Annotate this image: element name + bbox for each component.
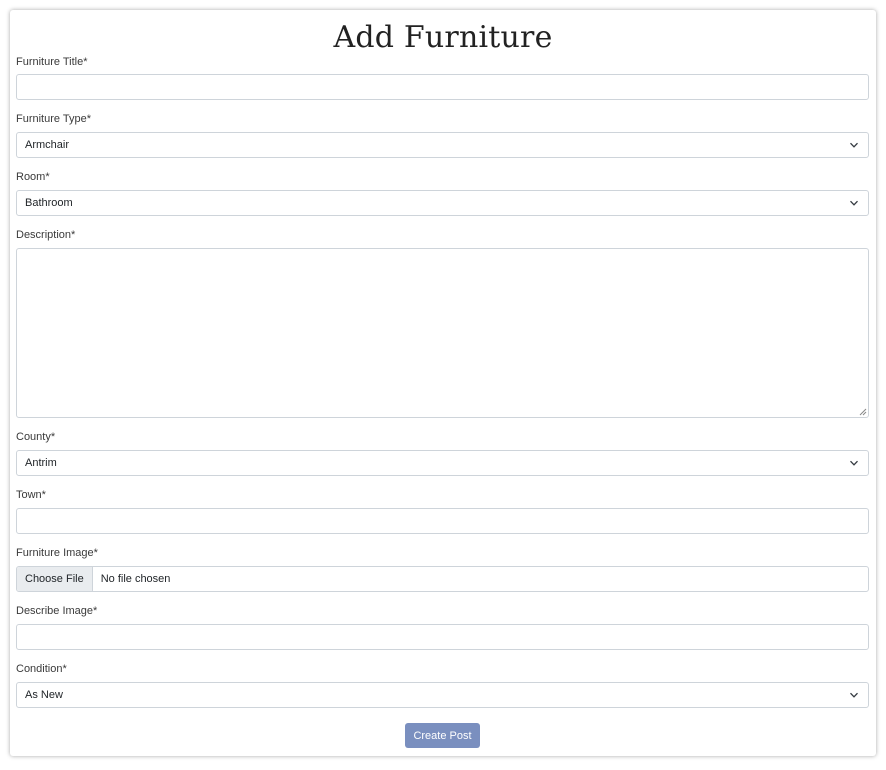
furniture-title-input[interactable] (16, 74, 869, 100)
resize-grip-icon[interactable] (859, 408, 867, 416)
room-select[interactable]: Bathroom (16, 190, 869, 216)
furniture-image-input[interactable]: Choose File No file chosen (16, 566, 869, 592)
chevron-down-icon (850, 200, 858, 206)
file-status-text: No file chosen (100, 573, 171, 585)
furniture-type-value: Armchair (25, 139, 70, 151)
furniture-type-select[interactable]: Armchair (16, 132, 869, 158)
town-label: Town* (16, 489, 46, 501)
county-value: Antrim (25, 457, 57, 469)
furniture-image-label: Furniture Image* (16, 547, 98, 559)
county-select[interactable]: Antrim (16, 450, 869, 476)
create-post-button[interactable]: Create Post (405, 723, 480, 748)
chevron-down-icon (850, 460, 858, 466)
page-title: Add Furniture (333, 20, 553, 55)
county-label: County* (16, 431, 56, 443)
room-value: Bathroom (25, 197, 73, 209)
choose-file-button[interactable]: Choose File (17, 567, 93, 591)
description-textarea[interactable] (16, 248, 869, 418)
describe-image-label: Describe Image* (16, 605, 98, 617)
room-label: Room* (16, 171, 50, 183)
furniture-type-label: Furniture Type* (16, 113, 92, 125)
furniture-title-label: Furniture Title* (16, 56, 88, 68)
town-input[interactable] (16, 508, 869, 534)
condition-value: As New (25, 689, 63, 701)
add-furniture-card: Add Furniture Furniture Title* Furniture… (10, 10, 876, 756)
condition-select[interactable]: As New (16, 682, 869, 708)
describe-image-input[interactable] (16, 624, 869, 650)
description-label: Description* (16, 229, 76, 241)
chevron-down-icon (850, 692, 858, 698)
condition-label: Condition* (16, 663, 67, 675)
chevron-down-icon (850, 142, 858, 148)
